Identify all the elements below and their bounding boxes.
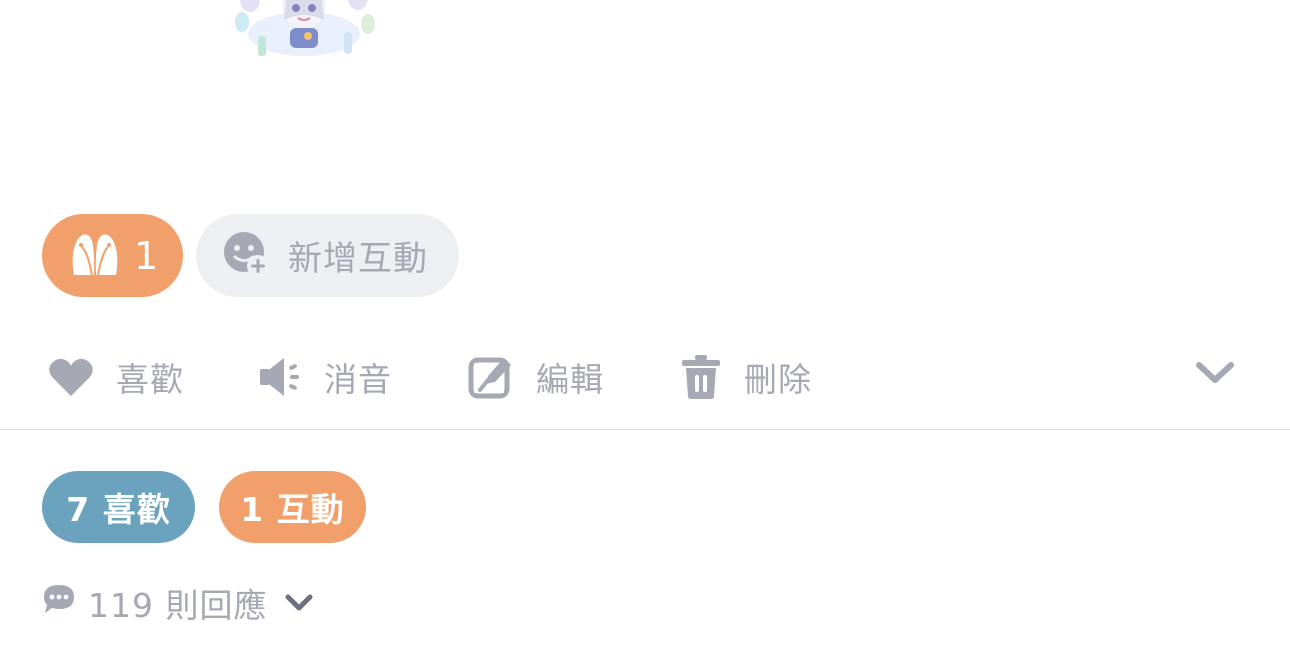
post-sticker-image — [228, 0, 380, 62]
edit-icon — [468, 354, 514, 400]
like-label: 喜歡 — [116, 360, 184, 399]
mute-button[interactable]: 消音 — [258, 350, 392, 404]
add-reaction-button[interactable]: 新增互動 — [196, 214, 459, 297]
divider — [0, 429, 1290, 430]
heart-icon — [48, 356, 94, 398]
mute-label: 消音 — [324, 360, 392, 399]
like-button[interactable]: 喜歡 — [48, 350, 184, 404]
chevron-down-icon — [285, 594, 313, 612]
post-footer: 1 新增互動 喜歡 消音 編輯 刪除 7 喜歡 1 互動 119 則回應 — [0, 0, 1290, 660]
chat-bubble-icon — [42, 583, 76, 623]
penguins-sticker-icon — [68, 231, 122, 281]
trash-icon — [680, 354, 722, 400]
delete-button[interactable]: 刪除 — [680, 350, 812, 404]
my-reaction-count: 1 — [134, 233, 159, 278]
emoji-add-icon — [222, 230, 270, 282]
chevron-down-icon — [1195, 361, 1235, 389]
add-reaction-label: 新增互動 — [288, 239, 428, 279]
edit-label: 編輯 — [536, 360, 604, 399]
speaker-mute-icon — [258, 355, 302, 399]
edit-button[interactable]: 編輯 — [468, 350, 604, 404]
my-reaction-chip[interactable]: 1 — [42, 214, 183, 297]
delete-label: 刪除 — [744, 360, 812, 399]
replies-count-label: 119 則回應 — [88, 586, 268, 625]
more-options-button[interactable] — [1192, 356, 1238, 394]
replies-toggle[interactable]: 119 則回應 — [42, 578, 313, 628]
likes-count-badge[interactable]: 7 喜歡 — [42, 471, 195, 543]
interactions-count-badge[interactable]: 1 互動 — [219, 471, 366, 543]
